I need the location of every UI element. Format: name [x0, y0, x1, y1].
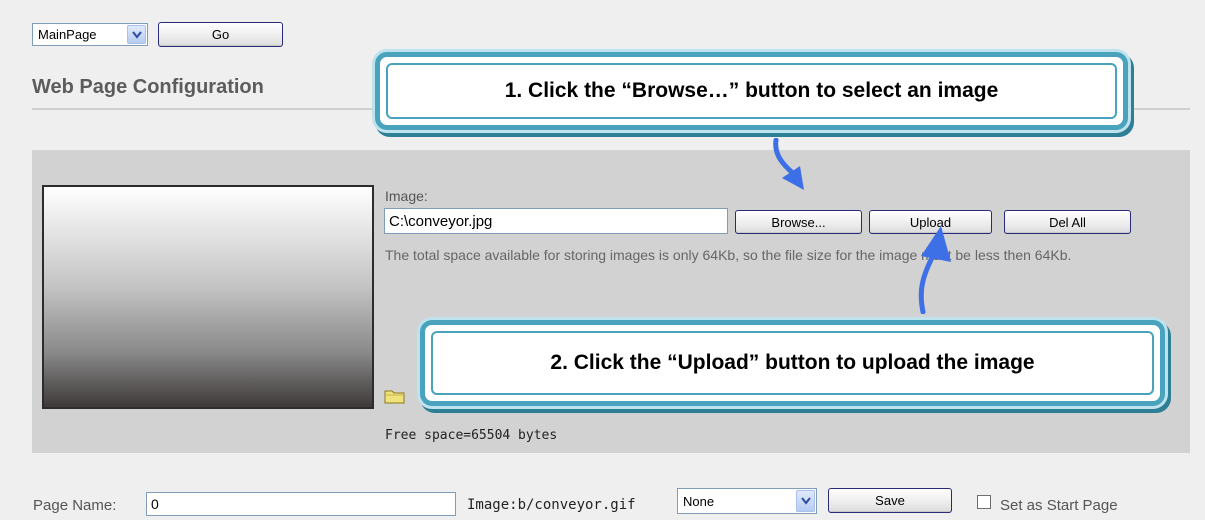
start-page-label: Set as Start Page	[1000, 497, 1118, 514]
free-space-text: Free space=65504 bytes	[385, 428, 558, 443]
image-preview	[42, 185, 374, 409]
page-title: Web Page Configuration	[32, 76, 264, 98]
size-note: The total space available for storing im…	[385, 247, 1072, 263]
start-page-checkbox[interactable]	[977, 495, 991, 509]
image-select-value: None	[683, 493, 715, 509]
chevron-down-icon	[127, 25, 146, 44]
file-path-input[interactable]: C:\conveyor.jpg	[384, 208, 728, 234]
callout-step2: 2. Click the “Upload” button to upload t…	[420, 320, 1165, 406]
folder-icon[interactable]	[384, 388, 406, 404]
callout-step1-text: 1. Click the “Browse…” button to select …	[504, 79, 999, 102]
browse-button[interactable]: Browse...	[735, 210, 862, 234]
go-button[interactable]: Go	[158, 22, 283, 47]
arrow-down-icon	[773, 138, 804, 190]
image-label: Image:	[385, 188, 428, 204]
callout-step2-text: 2. Click the “Upload” button to upload t…	[550, 351, 1035, 374]
arrow-up-icon	[918, 226, 951, 314]
page-name-input[interactable]: 0	[146, 492, 456, 516]
callout-step1: 1. Click the “Browse…” button to select …	[375, 52, 1128, 130]
chevron-down-icon	[796, 490, 815, 512]
image-select[interactable]: None	[677, 488, 817, 514]
save-button[interactable]: Save	[828, 488, 952, 513]
page-select-value: MainPage	[38, 27, 97, 42]
page-select[interactable]: MainPage	[32, 23, 148, 46]
del-all-button[interactable]: Del All	[1004, 210, 1131, 234]
page-name-label: Page Name:	[33, 497, 117, 514]
image-path-text: Image:b/conveyor.gif	[467, 497, 636, 513]
